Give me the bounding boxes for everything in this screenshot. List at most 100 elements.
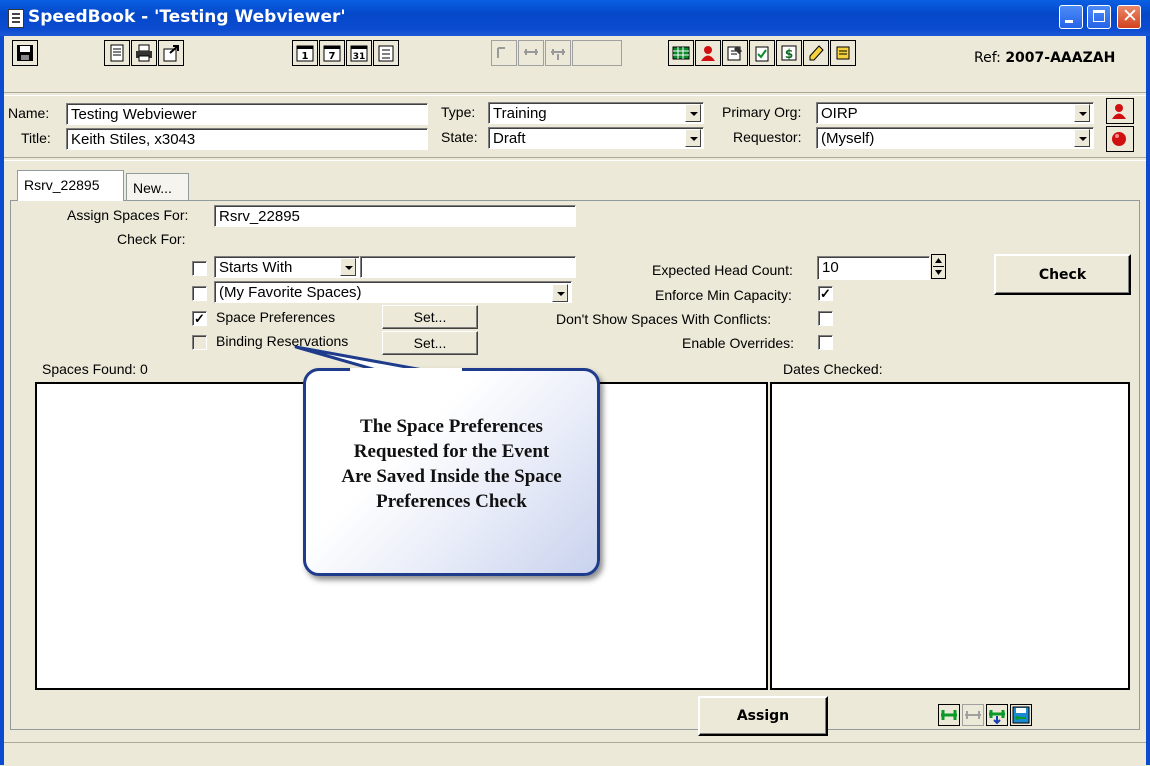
favorites-dropdown-button[interactable]	[552, 284, 568, 302]
head-count-label: Expected Head Count:	[652, 262, 793, 278]
starts-with-select[interactable]: Starts With	[214, 256, 360, 278]
tab-rsrv[interactable]: Rsrv_22895	[17, 170, 124, 201]
calendar-range-icon	[378, 45, 394, 62]
check-for-label: Check For:	[117, 231, 186, 247]
properties-button[interactable]	[722, 40, 748, 66]
document-icon	[110, 44, 124, 62]
callout-line: The Space Preferences	[360, 416, 543, 437]
grid-icon	[672, 46, 690, 60]
link-button[interactable]	[938, 704, 960, 726]
connect-down-button[interactable]	[986, 704, 1008, 726]
spreadsheet-button[interactable]	[668, 40, 694, 66]
user-red-icon	[1112, 104, 1126, 119]
head-count-field[interactable]: 10	[817, 256, 930, 280]
state-dropdown-button[interactable]	[685, 129, 701, 147]
type-dropdown-button[interactable]	[685, 104, 701, 122]
disabled-tool-1	[491, 40, 517, 66]
green-link-icon	[941, 710, 957, 720]
scroll-icon	[836, 46, 850, 60]
overrides-checkbox[interactable]	[818, 335, 833, 350]
assign-button[interactable]: Assign	[698, 696, 828, 736]
favorites-checkbox[interactable]	[192, 286, 207, 301]
space-preferences-set-button[interactable]: Set...	[382, 305, 478, 329]
state-select[interactable]: Draft	[488, 127, 704, 149]
tab-new[interactable]: New...	[126, 173, 189, 201]
svg-text:1: 1	[302, 51, 309, 62]
state-label: State:	[441, 129, 478, 145]
day-view-button[interactable]: 1	[292, 40, 318, 66]
spinner-arrows-icon	[933, 258, 944, 275]
notes-button[interactable]	[803, 40, 829, 66]
title-label: Title:	[21, 130, 51, 146]
toolbar-divider	[4, 92, 1146, 96]
check-button[interactable]: Check	[994, 254, 1131, 295]
svg-text:$: $	[785, 47, 793, 61]
primary-org-label: Primary Org:	[722, 104, 802, 120]
minimize-button[interactable]	[1059, 5, 1083, 29]
space-preferences-checkbox[interactable]: ✓	[192, 311, 207, 326]
disabled-tool-2	[518, 40, 544, 66]
svg-text:7: 7	[329, 51, 336, 62]
title-field[interactable]: Keith Stiles, x3043	[66, 128, 428, 150]
no-conflicts-checkbox[interactable]	[818, 311, 833, 326]
save-sync-icon	[1012, 706, 1030, 724]
space-preferences-label: Space Preferences	[216, 309, 336, 325]
name-label: Name:	[8, 105, 50, 121]
red-circle-icon	[1112, 132, 1126, 146]
org-lookup-button[interactable]	[1106, 98, 1134, 124]
app-icon[interactable]	[8, 9, 24, 28]
new-document-button[interactable]	[104, 40, 130, 66]
month-view-button[interactable]: 31	[346, 40, 372, 66]
date-range-button[interactable]	[373, 40, 399, 66]
dates-checked-list[interactable]	[770, 382, 1130, 690]
starts-with-checkbox[interactable]	[192, 261, 207, 276]
type-select[interactable]: Training	[488, 102, 704, 124]
favorites-select[interactable]: (My Favorite Spaces)	[214, 281, 572, 303]
overrides-label: Enable Overrides:	[682, 335, 795, 351]
connect-icon	[524, 49, 538, 55]
svg-text:31: 31	[353, 52, 366, 62]
checklist-button[interactable]	[749, 40, 775, 66]
enforce-min-checkbox[interactable]: ✓	[818, 286, 833, 301]
no-conflicts-label: Don't Show Spaces With Conflicts:	[556, 311, 772, 327]
starts-with-dropdown-button[interactable]	[340, 258, 356, 276]
print-button[interactable]	[131, 40, 157, 66]
week-view-button[interactable]: 7	[319, 40, 345, 66]
user-button[interactable]	[695, 40, 721, 66]
close-button[interactable]: ✕	[1117, 5, 1141, 29]
properties-icon	[727, 46, 742, 61]
printer-icon	[136, 44, 152, 62]
primary-org-select[interactable]: OIRP	[816, 102, 1094, 124]
requestor-dropdown-button[interactable]	[1074, 129, 1090, 147]
maximize-button[interactable]	[1087, 5, 1111, 29]
callout-line: Are Saved Inside the Space	[341, 466, 562, 487]
dates-checked-label: Dates Checked:	[783, 361, 883, 377]
requestor-label: Requestor:	[733, 129, 802, 145]
connect-down-icon	[551, 49, 565, 60]
billing-button[interactable]: $	[776, 40, 802, 66]
name-field[interactable]: Testing Webviewer	[66, 103, 428, 125]
callout-text: The Space Preferences Requested for the …	[303, 414, 600, 514]
calendar-week-icon: 7	[323, 45, 341, 62]
assign-for-field[interactable]: Rsrv_22895	[214, 205, 576, 227]
requestor-select[interactable]: (Myself)	[816, 127, 1094, 149]
header-divider	[4, 157, 1146, 161]
save-layout-button[interactable]	[1010, 704, 1032, 726]
connect-button	[962, 704, 984, 726]
clipboard-check-icon	[755, 46, 769, 62]
connect-down-icon	[989, 710, 1005, 725]
binding-reservations-checkbox[interactable]	[192, 335, 207, 350]
close-icon: ✕	[1122, 5, 1138, 27]
enforce-min-label: Enforce Min Capacity:	[655, 287, 792, 303]
requestor-lookup-button[interactable]	[1106, 126, 1134, 152]
note-icon	[809, 45, 824, 61]
callout-pointer-join	[350, 368, 462, 376]
primary-org-dropdown-button[interactable]	[1074, 104, 1090, 122]
head-count-spinner[interactable]	[931, 254, 946, 279]
save-button[interactable]	[12, 40, 38, 66]
calendar-day-icon: 1	[296, 45, 314, 62]
export-button[interactable]	[158, 40, 184, 66]
starts-with-text-field[interactable]	[360, 256, 576, 278]
assign-for-label: Assign Spaces For:	[67, 207, 189, 223]
scroll-button[interactable]	[830, 40, 856, 66]
